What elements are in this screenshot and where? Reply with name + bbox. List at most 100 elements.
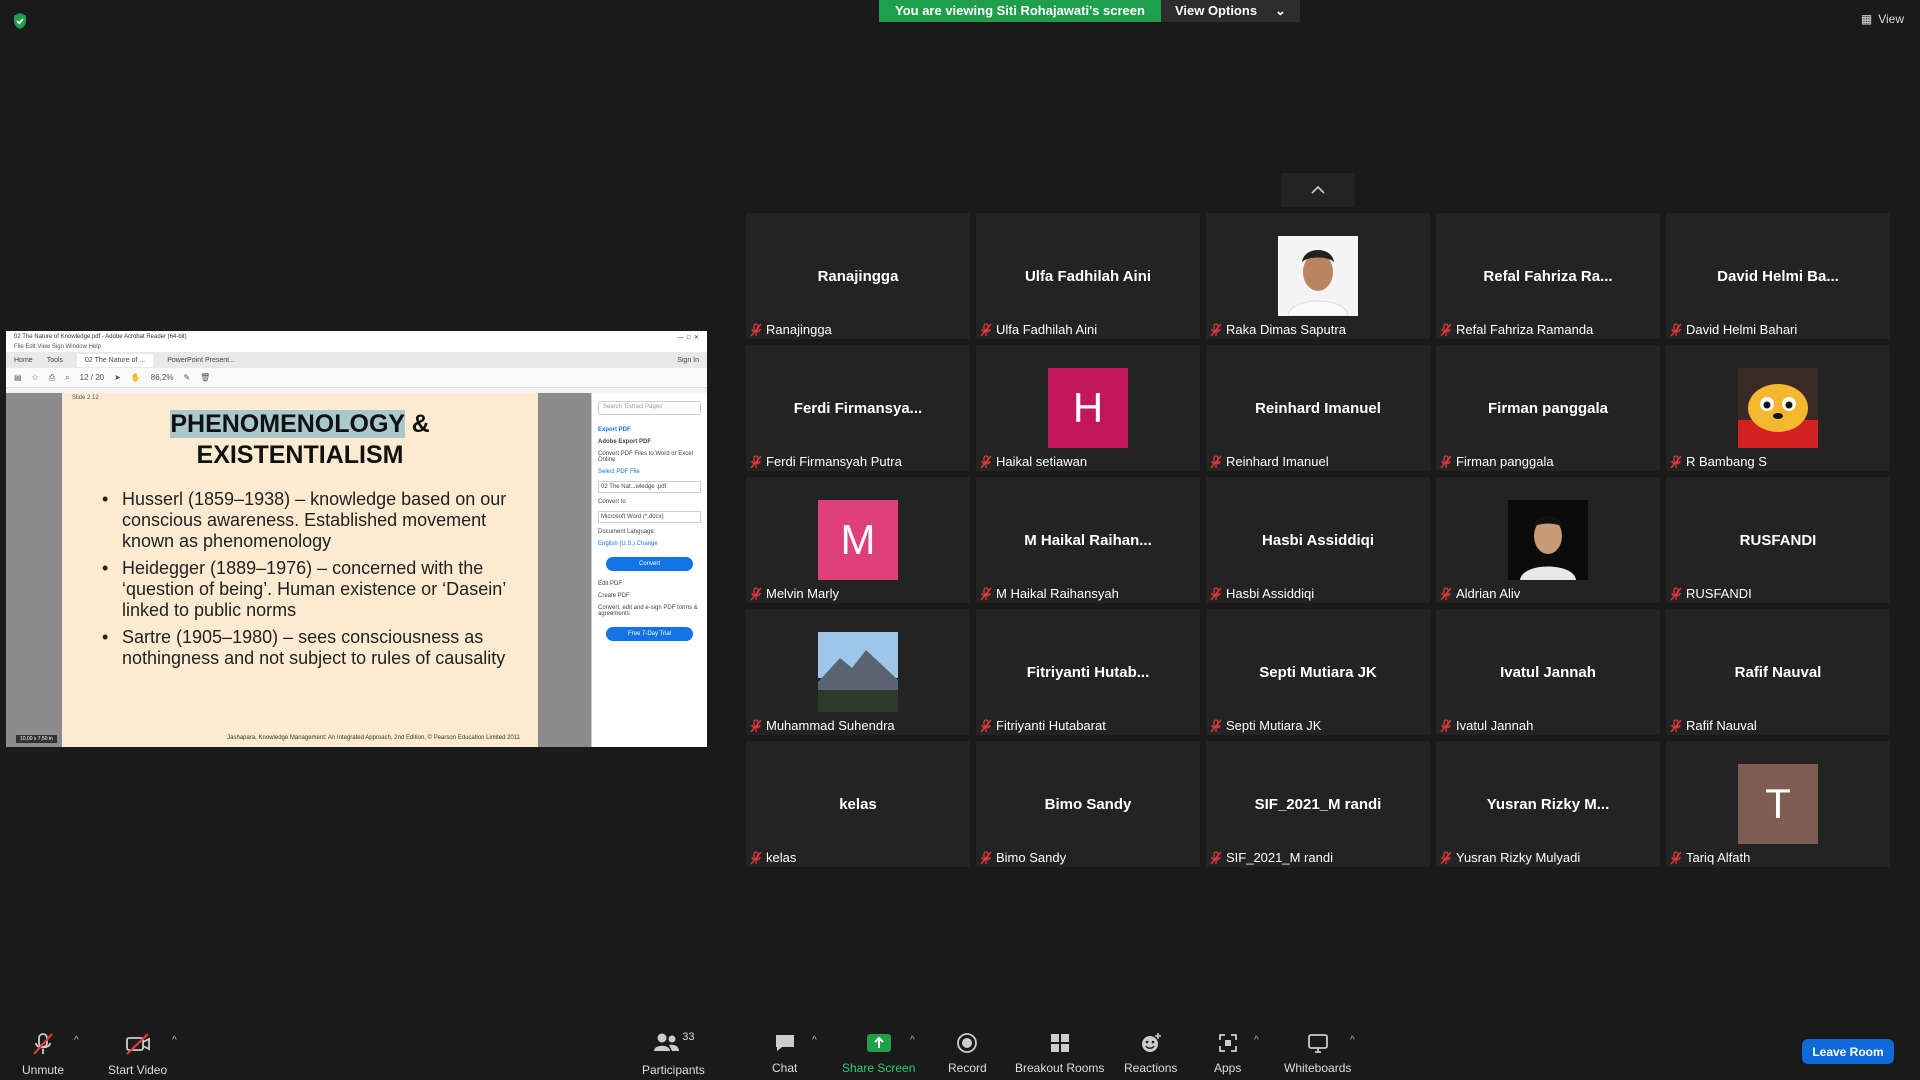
participant-tile[interactable]: Rafif Nauval Rafif Nauval (1666, 609, 1890, 735)
audio-options-caret-icon[interactable]: ^ (74, 1035, 79, 1046)
chat-options-caret-icon[interactable]: ^ (812, 1035, 817, 1046)
create-pdf-item[interactable]: Create PDF (598, 593, 701, 599)
tab-home[interactable]: Home (14, 357, 33, 364)
muted-mic-icon (1210, 850, 1222, 864)
cursor-icon[interactable]: ➤ (114, 373, 121, 382)
language-value[interactable]: English (U.S.) Change (598, 541, 701, 547)
participant-tile[interactable]: Ulfa Fadhilah Aini Ulfa Fadhilah Aini (976, 213, 1200, 339)
video-off-icon (125, 1033, 150, 1055)
participant-tile[interactable]: Firman panggala Firman panggala (1436, 345, 1660, 471)
participant-tile[interactable]: Reinhard Imanuel Reinhard Imanuel (1206, 345, 1430, 471)
participant-tile[interactable]: M Melvin Marly (746, 477, 970, 603)
apps-label: Apps (1214, 1061, 1242, 1075)
participant-tile[interactable]: Refal Fahriza Ra... Refal Fahriza Ramanda (1436, 213, 1660, 339)
participant-tile[interactable]: Ferdi Firmansya... Ferdi Firmansyah Putra (746, 345, 970, 471)
whiteboards-button[interactable]: Whiteboards (1284, 1031, 1351, 1075)
participant-name: RUSFANDI (1686, 586, 1752, 601)
participant-tile[interactable]: Yusran Rizky M... Yusran Rizky Mulyadi (1436, 741, 1660, 867)
view-options-button[interactable]: View Options ⌄ (1160, 0, 1300, 22)
panel-search[interactable]: Search 'Extract Pages' (598, 401, 701, 415)
print-icon[interactable]: ⎙ (49, 373, 55, 383)
participant-tile[interactable]: Ranajingga Ranajingga (746, 213, 970, 339)
whiteboard-options-caret-icon[interactable]: ^ (1350, 1035, 1355, 1046)
search-icon[interactable]: ⌕ (65, 373, 69, 383)
participant-tile[interactable]: T Tariq Alfath (1666, 741, 1890, 867)
edit-pdf-item[interactable]: Edit PDF (598, 581, 701, 587)
participant-name: Ivatul Jannah (1456, 718, 1534, 733)
security-shield-icon[interactable] (12, 12, 28, 30)
participants-button[interactable]: 33 Participants (642, 1031, 705, 1077)
participant-tile[interactable]: Bimo Sandy Bimo Sandy (976, 741, 1200, 867)
participant-tile[interactable]: Septi Mutiara JK Septi Mutiara JK (1206, 609, 1430, 735)
participant-name: Ranajingga (766, 322, 832, 337)
slide: Slide 2.12 PHENOMENOLOGY & EXISTENTIALIS… (62, 393, 538, 747)
participant-tile[interactable]: H Haikal setiawan (976, 345, 1200, 471)
participant-footer: Raka Dimas Saputra (1210, 322, 1346, 337)
breakout-rooms-button[interactable]: Breakout Rooms (1015, 1031, 1104, 1075)
gallery-collapse-button[interactable] (1281, 173, 1355, 207)
muted-mic-icon (750, 586, 762, 600)
muted-mic-icon (750, 850, 762, 864)
muted-mic-icon (1440, 322, 1452, 336)
view-layout-button[interactable]: ▦ View (1861, 12, 1904, 26)
start-video-button[interactable]: Start Video (108, 1031, 167, 1077)
participant-tile[interactable]: Hasbi Assiddiqi Hasbi Assiddiqi (1206, 477, 1430, 603)
tab-tools[interactable]: Tools (47, 357, 63, 364)
convert-button[interactable]: Convert (606, 557, 693, 571)
view-label: View (1878, 12, 1904, 26)
muted-mic-icon (1670, 454, 1682, 468)
chat-button[interactable]: Chat (772, 1031, 797, 1075)
participant-display-name: Firman panggala (1487, 399, 1609, 417)
participant-name: Aldrian Aliv (1456, 586, 1521, 601)
whiteboards-label: Whiteboards (1284, 1061, 1352, 1075)
apps-button[interactable]: Apps (1214, 1031, 1241, 1075)
video-options-caret-icon[interactable]: ^ (172, 1035, 177, 1046)
document-view[interactable]: Slide 2.12 PHENOMENOLOGY & EXISTENTIALIS… (6, 393, 591, 747)
chevron-down-icon: ⌄ (1275, 3, 1286, 18)
participant-tile[interactable]: Muhammad Suhendra (746, 609, 970, 735)
participant-tile[interactable]: Aldrian Aliv (1436, 477, 1660, 603)
format-select[interactable]: Microsoft Word (*.docx) (598, 511, 701, 523)
tab-powerpoint[interactable]: PowerPoint Present... (167, 357, 235, 364)
page-indicator[interactable]: 12 / 20 (80, 373, 104, 382)
share-options-caret-icon[interactable]: ^ (910, 1035, 915, 1046)
save-icon[interactable]: ▤ (14, 373, 22, 382)
muted-mic-icon (1210, 322, 1222, 336)
participant-name: Septi Mutiara JK (1226, 718, 1322, 733)
share-screen-button[interactable]: Share Screen (842, 1031, 915, 1075)
zoom-level[interactable]: 86,2% (151, 373, 174, 382)
apps-options-caret-icon[interactable]: ^ (1254, 1035, 1259, 1046)
participant-tile[interactable]: Ivatul Jannah Ivatul Jannah (1436, 609, 1660, 735)
slide-title-line2: EXISTENTIALISM (196, 441, 404, 469)
letter-avatar: T (1738, 764, 1818, 844)
muted-mic-icon (750, 718, 762, 732)
free-trial-button[interactable]: Free 7-Day Trial (606, 627, 693, 641)
leave-room-button[interactable]: Leave Room (1802, 1039, 1894, 1064)
star-icon[interactable]: ☆ (32, 373, 39, 382)
unmute-button[interactable]: Unmute (22, 1031, 64, 1077)
shared-screen[interactable]: 02 The Nature of Knowledge.pdf - Adobe A… (6, 331, 707, 747)
trash-icon[interactable]: 🗑 (200, 373, 210, 382)
participant-tile[interactable]: R Bambang S (1666, 345, 1890, 471)
muted-mic-icon (1440, 718, 1452, 732)
reactions-button[interactable]: Reactions (1124, 1031, 1177, 1075)
participant-tile[interactable]: SIF_2021_M randi SIF_2021_M randi (1206, 741, 1430, 867)
menu-bar[interactable]: File Edit View Sign Window Help (6, 343, 707, 352)
participant-tile[interactable]: Fitriyanti Hutab... Fitriyanti Hutabarat (976, 609, 1200, 735)
participant-display-name: Ranajingga (817, 267, 899, 285)
breakout-rooms-icon (1050, 1034, 1069, 1052)
participant-tile[interactable]: M Haikal Raihan... M Haikal Raihansyah (976, 477, 1200, 603)
muted-mic-icon (33, 1033, 53, 1055)
participant-tile[interactable]: David Helmi Ba... David Helmi Bahari (1666, 213, 1890, 339)
export-pdf-item[interactable]: Export PDF (598, 427, 701, 433)
participant-tile[interactable]: Raka Dimas Saputra (1206, 213, 1430, 339)
record-button[interactable]: Record (948, 1031, 987, 1075)
comment-icon[interactable]: ✎ (183, 373, 190, 382)
file-field[interactable]: 02 The Nat...wledge .pdf (598, 481, 701, 493)
hand-icon[interactable]: ✋ (131, 373, 141, 382)
sign-in-link[interactable]: Sign In (677, 357, 699, 364)
participant-tile[interactable]: RUSFANDI RUSFANDI (1666, 477, 1890, 603)
tab-document[interactable]: 02 The Nature of ... (77, 353, 154, 367)
participant-tile[interactable]: kelas kelas (746, 741, 970, 867)
window-controls[interactable]: — □ ✕ (678, 334, 699, 341)
